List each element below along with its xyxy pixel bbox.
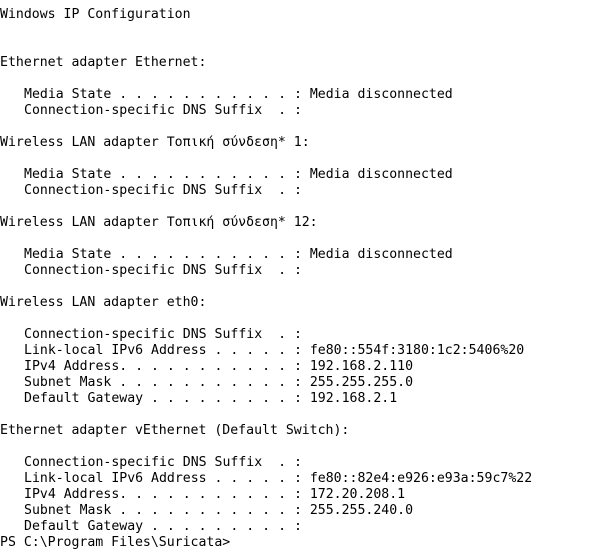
adapter-header: Wireless LAN adapter eth0:	[0, 295, 207, 310]
adapter-property-row: Connection-specific DNS Suffix . :	[0, 455, 593, 471]
adapter-property-row: Connection-specific DNS Suffix . :	[0, 103, 593, 119]
adapter-property-row: Connection-specific DNS Suffix . :	[0, 263, 593, 279]
command-prompt[interactable]: PS C:\Program Files\Suricata>	[0, 535, 593, 551]
adapter-property-row: Default Gateway . . . . . . . . . :	[0, 519, 593, 535]
adapter-property-row: Media State . . . . . . . . . . . : Medi…	[0, 167, 593, 183]
property-label: Default Gateway . . . . . . . . . :	[24, 391, 310, 406]
adapter-property-row: IPv4 Address. . . . . . . . . . . : 192.…	[0, 359, 593, 375]
property-value: fe80::82e4:e926:e93a:59c7%22	[309, 471, 533, 486]
property-label: Link-local IPv6 Address . . . . . :	[24, 343, 310, 358]
property-value: fe80::554f:3180:1c2:5406%20	[309, 343, 525, 358]
adapter-property-row: Default Gateway . . . . . . . . . : 192.…	[0, 391, 593, 407]
adapter-property-row: Media State . . . . . . . . . . . : Medi…	[0, 87, 593, 103]
powershell-console-output: Windows IP Configuration Ethernet adapte…	[0, 7, 593, 551]
property-label: Subnet Mask . . . . . . . . . . . :	[24, 503, 310, 518]
property-value: 255.255.255.0	[309, 375, 414, 390]
property-value: 192.168.2.110	[309, 359, 414, 374]
adapter-property-row: Link-local IPv6 Address . . . . . : fe80…	[0, 471, 593, 487]
property-label: Media State . . . . . . . . . . . :	[24, 247, 310, 262]
property-value: 255.255.240.0	[309, 503, 414, 518]
adapter-header: Ethernet adapter Ethernet:	[0, 55, 207, 70]
output-title: Windows IP Configuration	[0, 7, 191, 22]
property-label: Link-local IPv6 Address . . . . . :	[24, 471, 310, 486]
property-label: Default Gateway . . . . . . . . . :	[24, 519, 310, 534]
property-label: Connection-specific DNS Suffix . :	[24, 455, 310, 470]
property-value: Media disconnected	[309, 167, 453, 182]
adapter-header: Wireless LAN adapter Τοπική σύνδεση* 1:	[0, 135, 310, 150]
adapter-header: Wireless LAN adapter Τοπική σύνδεση* 12:	[0, 215, 318, 230]
adapter-property-row: Media State . . . . . . . . . . . : Medi…	[0, 247, 593, 263]
property-label: Connection-specific DNS Suffix . :	[24, 263, 310, 278]
property-label: Subnet Mask . . . . . . . . . . . :	[24, 375, 310, 390]
property-value: Media disconnected	[309, 247, 453, 262]
property-label: IPv4 Address. . . . . . . . . . . :	[24, 359, 310, 374]
property-label: IPv4 Address. . . . . . . . . . . :	[24, 487, 310, 502]
property-label: Connection-specific DNS Suffix . :	[24, 183, 310, 198]
property-label: Connection-specific DNS Suffix . :	[24, 327, 310, 342]
property-label: Media State . . . . . . . . . . . :	[24, 167, 310, 182]
property-value: 172.20.208.1	[309, 487, 406, 502]
property-value: Media disconnected	[309, 87, 453, 102]
adapter-property-row: Subnet Mask . . . . . . . . . . . : 255.…	[0, 375, 593, 391]
adapter-header: Ethernet adapter vEthernet (Default Swit…	[0, 423, 350, 438]
adapter-property-row: Subnet Mask . . . . . . . . . . . : 255.…	[0, 503, 593, 519]
property-label: Media State . . . . . . . . . . . :	[24, 87, 310, 102]
adapter-property-row: Connection-specific DNS Suffix . :	[0, 327, 593, 343]
property-label: Connection-specific DNS Suffix . :	[24, 103, 310, 118]
property-value: 192.168.2.1	[309, 391, 398, 406]
adapter-property-row: Link-local IPv6 Address . . . . . : fe80…	[0, 343, 593, 359]
adapter-property-row: IPv4 Address. . . . . . . . . . . : 172.…	[0, 487, 593, 503]
adapter-property-row: Connection-specific DNS Suffix . :	[0, 183, 593, 199]
